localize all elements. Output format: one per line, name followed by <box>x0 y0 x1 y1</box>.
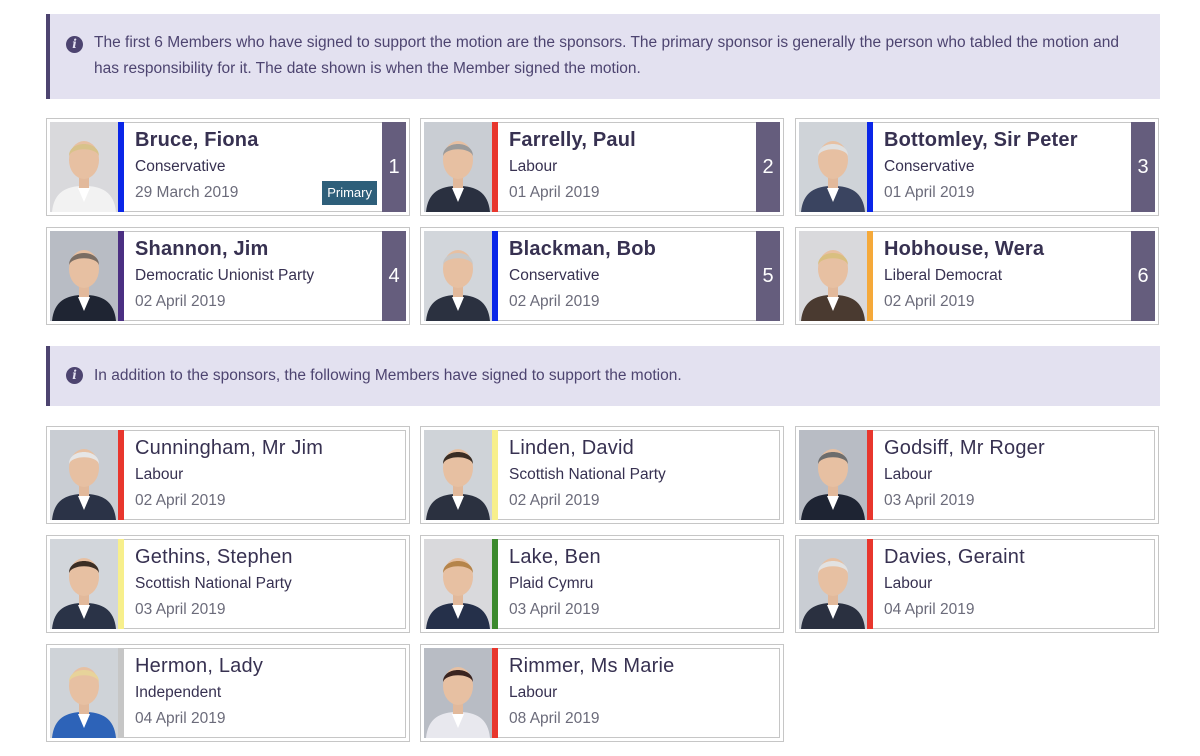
signed-date: 02 April 2019 <box>509 492 600 509</box>
member-name[interactable]: Bruce, Fiona <box>135 129 259 152</box>
member-name[interactable]: Cunningham, Mr Jim <box>135 437 323 460</box>
party-color-bar <box>867 122 873 212</box>
signed-date: 29 March 2019 <box>135 184 239 201</box>
info-icon: i <box>66 36 83 53</box>
member-name[interactable]: Farrelly, Paul <box>509 129 636 152</box>
member-name[interactable]: Rimmer, Ms Marie <box>509 655 674 678</box>
member-photo <box>50 648 118 738</box>
primary-sponsor-badge: Primary <box>322 181 377 205</box>
party-color-bar <box>492 430 498 520</box>
signed-date: 03 April 2019 <box>135 601 226 618</box>
party-color-bar <box>118 430 124 520</box>
member-photo <box>50 539 118 629</box>
signed-date: 01 April 2019 <box>884 184 975 201</box>
member-photo <box>50 231 118 321</box>
party-color-bar <box>118 231 124 321</box>
party-color-bar <box>867 430 873 520</box>
sponsors-info-text: The first 6 Members who have signed to s… <box>94 34 1119 77</box>
member-name[interactable]: Hermon, Lady <box>135 655 263 678</box>
member-photo <box>50 122 118 212</box>
member-card[interactable]: Farrelly, Paul Labour 01 April 2019 2 <box>420 118 784 216</box>
sponsors-info-panel: i The first 6 Members who have signed to… <box>46 14 1160 99</box>
member-party: Labour <box>135 466 184 483</box>
member-photo <box>799 539 867 629</box>
member-party: Conservative <box>509 267 600 284</box>
member-card[interactable]: Shannon, Jim Democratic Unionist Party 0… <box>46 227 410 325</box>
signed-date: 02 April 2019 <box>509 293 600 310</box>
member-card[interactable]: Hobhouse, Wera Liberal Democrat 02 April… <box>795 227 1159 325</box>
signed-date: 02 April 2019 <box>135 293 226 310</box>
supporters-info-text: In addition to the sponsors, the followi… <box>94 367 682 384</box>
member-photo <box>799 122 867 212</box>
member-party: Scottish National Party <box>135 575 292 592</box>
party-color-bar <box>492 539 498 629</box>
member-photo <box>799 231 867 321</box>
member-card[interactable]: Bruce, Fiona Conservative 29 March 2019 … <box>46 118 410 216</box>
member-party: Independent <box>135 684 222 701</box>
member-party: Labour <box>509 158 558 175</box>
member-name[interactable]: Linden, David <box>509 437 634 460</box>
member-card[interactable]: Hermon, Lady Independent 04 April 2019 <box>46 644 410 742</box>
member-card[interactable]: Davies, Geraint Labour 04 April 2019 <box>795 535 1159 633</box>
signed-date: 04 April 2019 <box>135 710 226 727</box>
signed-date: 01 April 2019 <box>509 184 600 201</box>
member-card[interactable]: Gethins, Stephen Scottish National Party… <box>46 535 410 633</box>
sponsor-number: 3 <box>1131 122 1155 212</box>
member-card[interactable]: Blackman, Bob Conservative 02 April 2019… <box>420 227 784 325</box>
sponsor-number: 6 <box>1131 231 1155 321</box>
member-photo <box>424 122 492 212</box>
member-party: Plaid Cymru <box>509 575 594 592</box>
member-photo <box>424 648 492 738</box>
signed-date: 02 April 2019 <box>135 492 226 509</box>
party-color-bar <box>118 648 124 738</box>
member-party: Democratic Unionist Party <box>135 267 315 284</box>
signed-date: 03 April 2019 <box>884 492 975 509</box>
member-card[interactable]: Bottomley, Sir Peter Conservative 01 Apr… <box>795 118 1159 216</box>
member-photo <box>799 430 867 520</box>
member-name[interactable]: Bottomley, Sir Peter <box>884 129 1078 152</box>
member-card[interactable]: Rimmer, Ms Marie Labour 08 April 2019 <box>420 644 784 742</box>
party-color-bar <box>118 539 124 629</box>
member-card[interactable]: Godsiff, Mr Roger Labour 03 April 2019 <box>795 426 1159 524</box>
member-name[interactable]: Gethins, Stephen <box>135 546 293 569</box>
member-name[interactable]: Shannon, Jim <box>135 238 269 261</box>
signed-date: 08 April 2019 <box>509 710 600 727</box>
party-color-bar <box>492 122 498 212</box>
member-party: Labour <box>884 575 933 592</box>
member-party: Conservative <box>135 158 226 175</box>
party-color-bar <box>867 231 873 321</box>
sponsor-number: 2 <box>756 122 780 212</box>
signed-date: 02 April 2019 <box>884 293 975 310</box>
sponsor-number: 1 <box>382 122 406 212</box>
member-photo <box>424 539 492 629</box>
member-party: Labour <box>884 466 933 483</box>
sponsor-number: 4 <box>382 231 406 321</box>
signed-date: 03 April 2019 <box>509 601 600 618</box>
member-name[interactable]: Hobhouse, Wera <box>884 238 1044 261</box>
member-party: Scottish National Party <box>509 466 666 483</box>
member-card[interactable]: Linden, David Scottish National Party 02… <box>420 426 784 524</box>
sponsor-number: 5 <box>756 231 780 321</box>
member-card[interactable]: Lake, Ben Plaid Cymru 03 April 2019 <box>420 535 784 633</box>
supporters-info-panel: i In addition to the sponsors, the follo… <box>46 346 1160 406</box>
party-color-bar <box>492 648 498 738</box>
member-name[interactable]: Lake, Ben <box>509 546 601 569</box>
party-color-bar <box>867 539 873 629</box>
member-name[interactable]: Blackman, Bob <box>509 238 656 261</box>
member-party: Conservative <box>884 158 975 175</box>
member-card[interactable]: Cunningham, Mr Jim Labour 02 April 2019 <box>46 426 410 524</box>
member-name[interactable]: Davies, Geraint <box>884 546 1025 569</box>
info-icon: i <box>66 367 83 384</box>
member-name[interactable]: Godsiff, Mr Roger <box>884 437 1045 460</box>
party-color-bar <box>118 122 124 212</box>
member-photo <box>424 231 492 321</box>
member-photo <box>424 430 492 520</box>
signed-date: 04 April 2019 <box>884 601 975 618</box>
member-photo <box>50 430 118 520</box>
member-party: Liberal Democrat <box>884 267 1003 284</box>
party-color-bar <box>492 231 498 321</box>
member-party: Labour <box>509 684 558 701</box>
